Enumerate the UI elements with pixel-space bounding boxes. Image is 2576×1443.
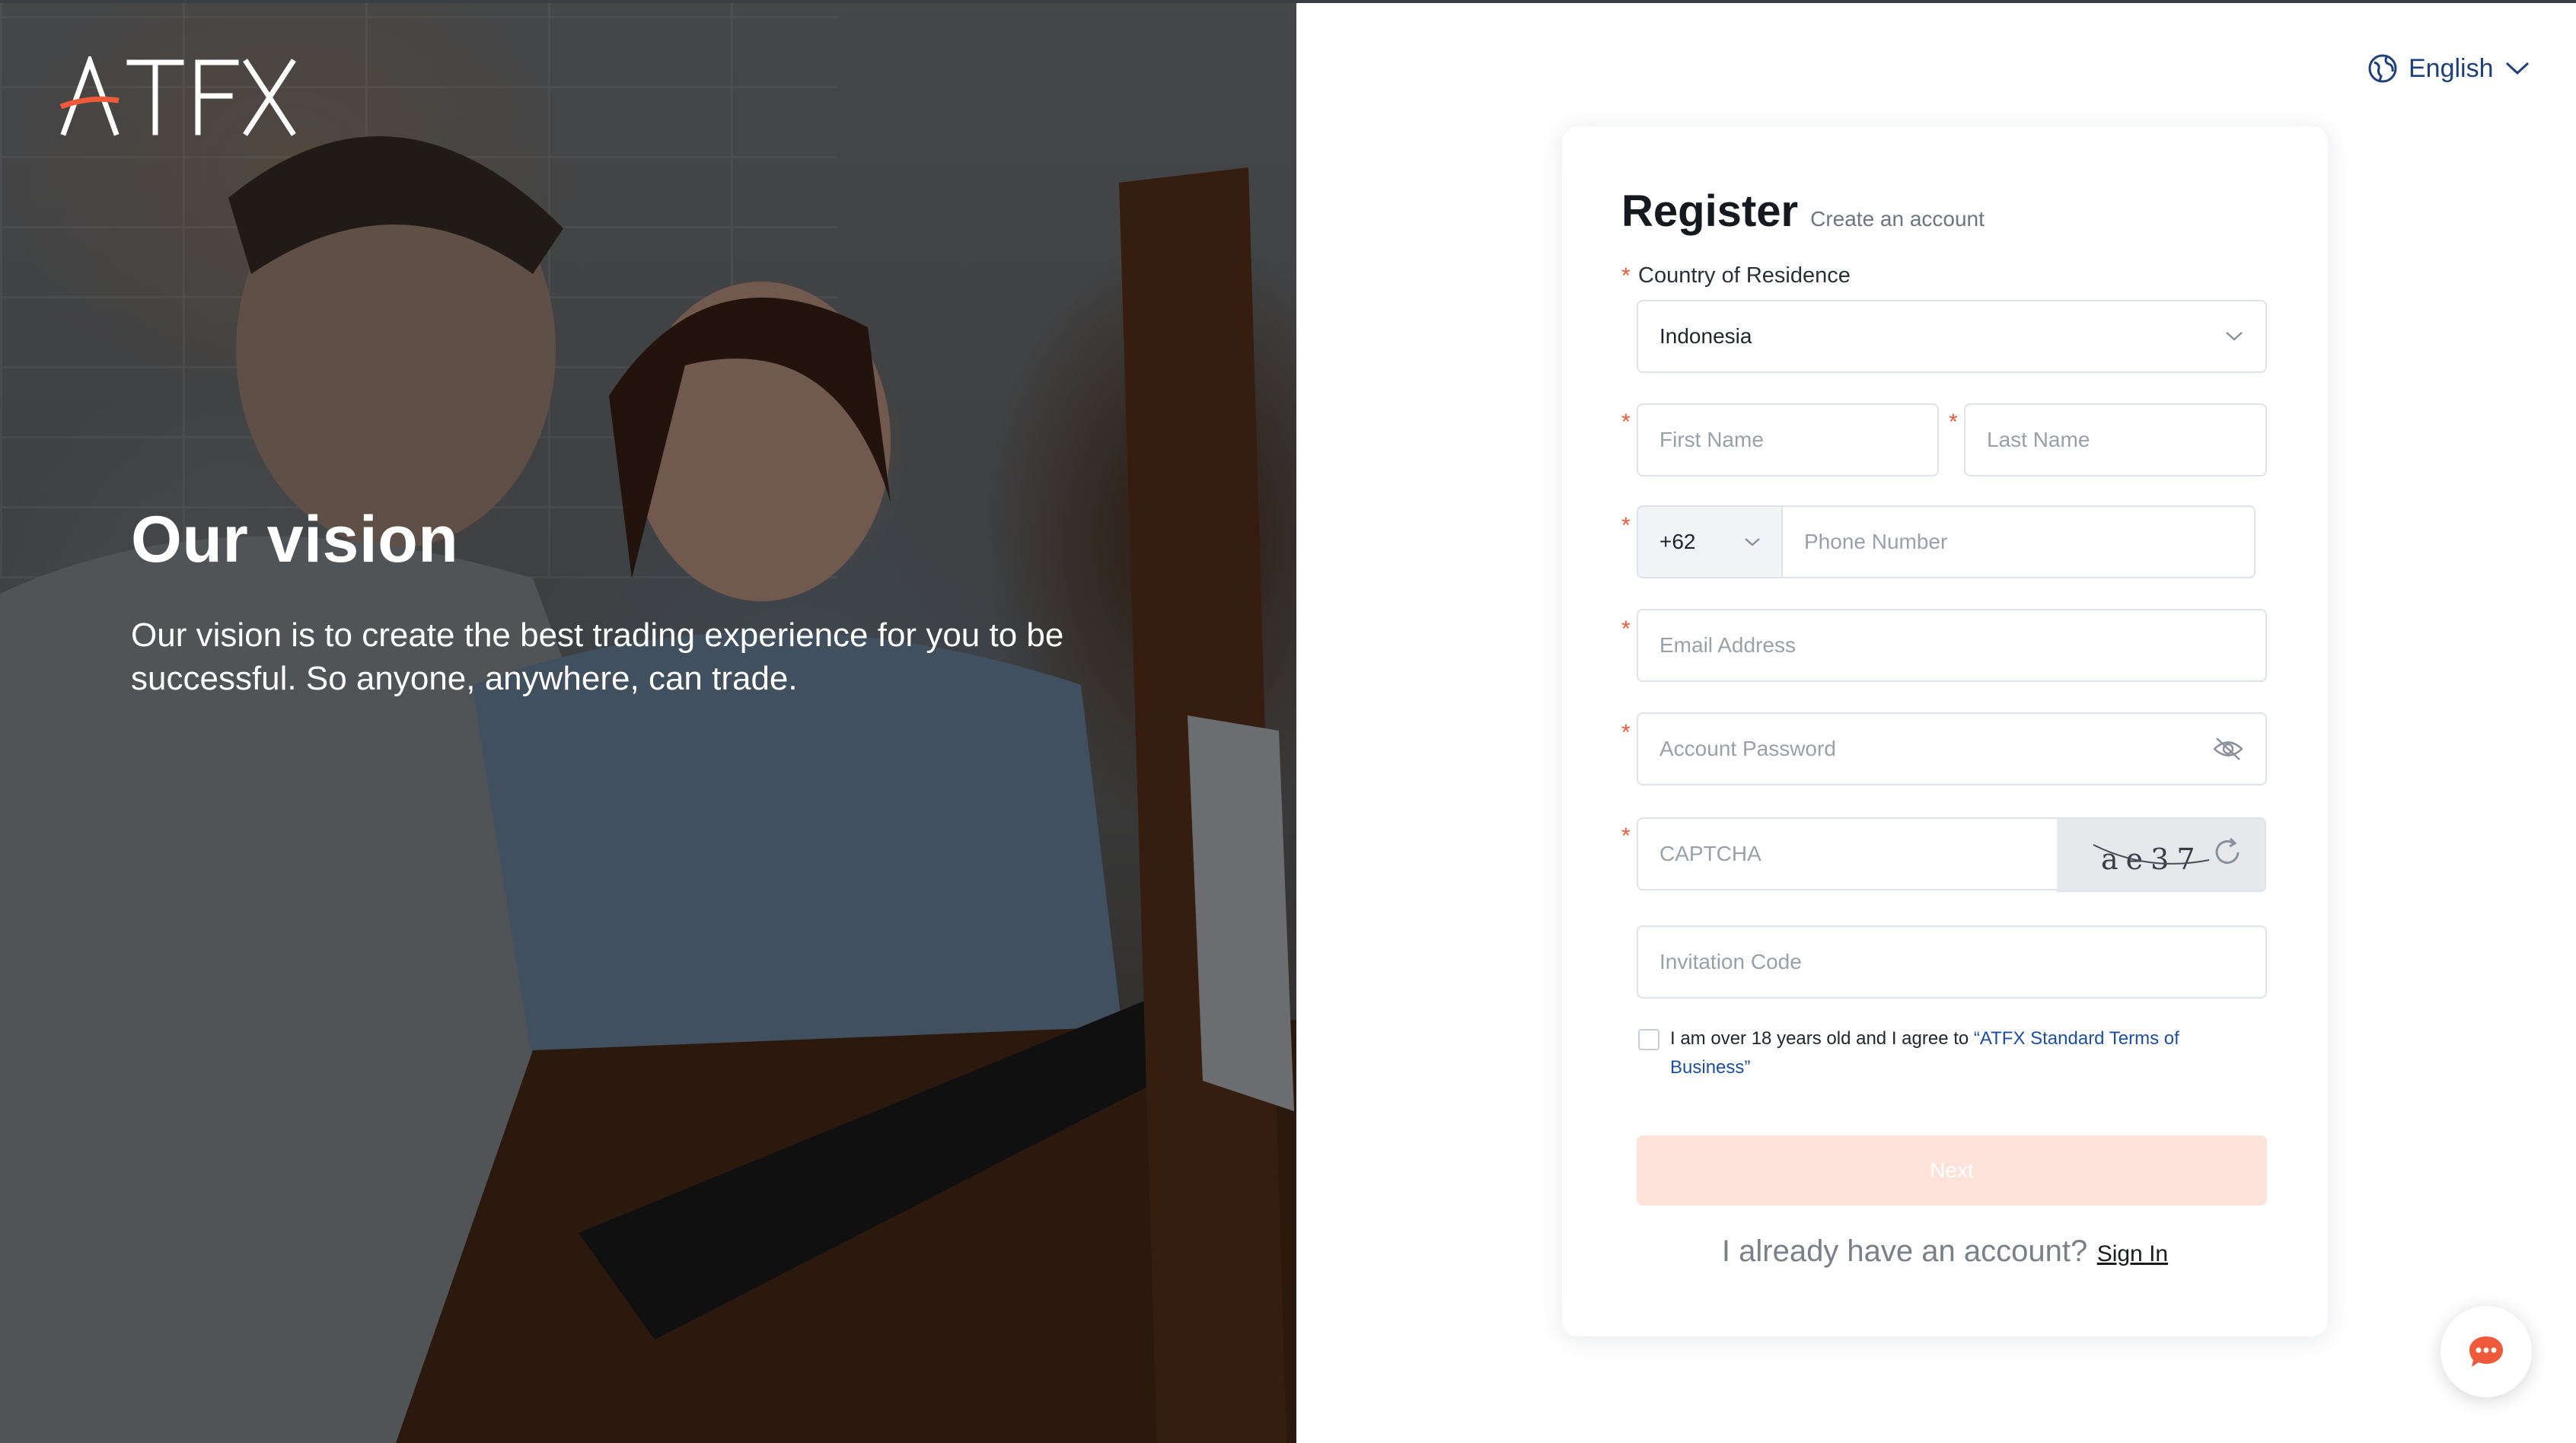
have-account-text: I already have an account? bbox=[1721, 1234, 2088, 1268]
language-selector[interactable]: English bbox=[2367, 50, 2530, 87]
hero-description: Our vision is to create the best trading… bbox=[131, 616, 1064, 697]
country-label: Country of Residence bbox=[1638, 263, 1851, 288]
atfx-logo[interactable] bbox=[59, 53, 303, 140]
chat-bubble-icon bbox=[2469, 1336, 2503, 1367]
top-border bbox=[0, 0, 2576, 3]
chevron-down-icon bbox=[2505, 62, 2529, 75]
captcha-code: ae37 bbox=[2101, 843, 2203, 876]
next-button[interactable]: Next bbox=[1637, 1136, 2267, 1206]
terms-checkbox[interactable] bbox=[1638, 1029, 1659, 1050]
captcha-image[interactable]: ae37 bbox=[2057, 817, 2266, 892]
country-select[interactable]: Indonesia bbox=[1637, 300, 2267, 373]
register-subtitle: Create an account bbox=[1810, 207, 1985, 231]
captcha-field[interactable]: CAPTCHA bbox=[1637, 817, 2058, 890]
globe-icon bbox=[2368, 54, 2397, 83]
chevron-down-icon bbox=[2226, 332, 2243, 341]
terms-text: I am over 18 years old and I agree to “A… bbox=[1670, 1024, 2249, 1082]
invitation-code-field[interactable]: Invitation Code bbox=[1637, 925, 2267, 999]
hero-overlay bbox=[0, 0, 1296, 1443]
required-mark: * bbox=[1621, 409, 1631, 435]
required-mark: * bbox=[1621, 720, 1631, 745]
card-header: Register Create an account bbox=[1621, 186, 1985, 237]
required-mark: * bbox=[1949, 409, 1958, 435]
sign-in-link[interactable]: Sign In bbox=[2097, 1241, 2168, 1266]
email-field[interactable]: Email Address bbox=[1637, 609, 2267, 682]
phone-code-value: +62 bbox=[1659, 530, 1696, 553]
required-mark: * bbox=[1621, 616, 1631, 642]
hero-panel: Our vision Our vision is to create the b… bbox=[0, 0, 1296, 1443]
last-name-field[interactable]: Last Name bbox=[1964, 403, 2267, 476]
register-title: Register bbox=[1621, 186, 1799, 236]
required-mark: * bbox=[1621, 263, 1631, 288]
eye-off-icon[interactable] bbox=[2212, 736, 2244, 762]
required-mark: * bbox=[1621, 823, 1631, 849]
password-field[interactable]: Account Password bbox=[1637, 712, 2267, 785]
password-placeholder: Account Password bbox=[1659, 737, 1836, 760]
first-name-field[interactable]: First Name bbox=[1637, 403, 1939, 476]
phone-number-field[interactable]: Phone Number bbox=[1781, 505, 2256, 578]
required-mark: * bbox=[1621, 513, 1631, 538]
phone-code-select[interactable]: +62 bbox=[1637, 505, 1783, 578]
sign-in-row: I already have an account? Sign In bbox=[1562, 1234, 2328, 1269]
register-card: Register Create an account * Country of … bbox=[1562, 126, 2328, 1336]
chat-button[interactable] bbox=[2441, 1306, 2532, 1397]
language-label: English bbox=[2409, 53, 2494, 83]
terms-prefix: I am over 18 years old and I agree to bbox=[1670, 1028, 1974, 1049]
country-value: Indonesia bbox=[1659, 324, 1752, 348]
chevron-down-icon bbox=[1745, 538, 1760, 546]
hero-title: Our vision bbox=[131, 503, 459, 576]
refresh-icon[interactable] bbox=[2211, 836, 2244, 869]
